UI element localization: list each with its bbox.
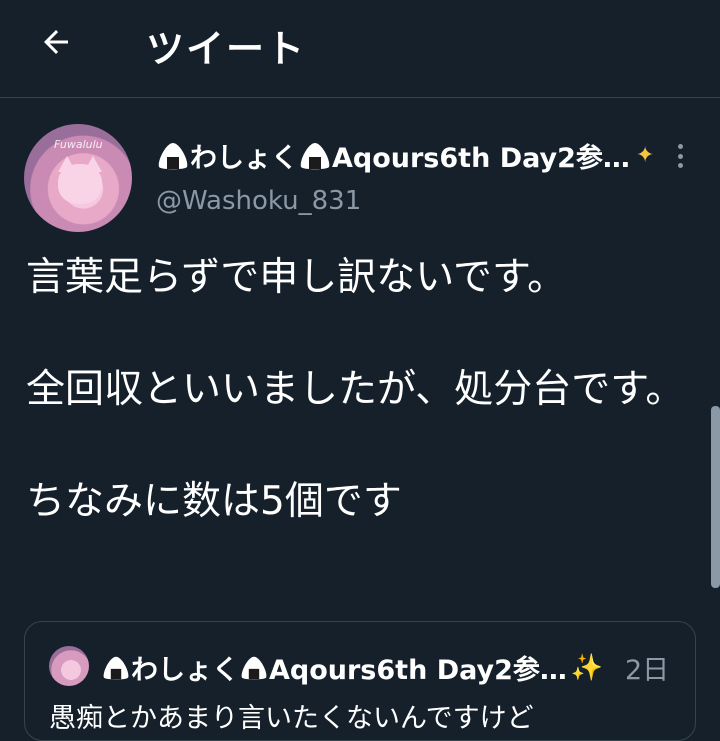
display-name[interactable]: わしょく Aqours6th Day2参… ✦ (156, 136, 654, 175)
more-vertical-icon (677, 144, 683, 149)
scrollbar[interactable] (711, 406, 720, 588)
display-name-suffix: Aqours6th Day2参… (332, 143, 630, 174)
user-handle[interactable]: @Washoku_831 (156, 186, 361, 216)
quoted-avatar (49, 646, 89, 686)
onigiri-icon (103, 656, 129, 679)
quoted-tweet[interactable]: わしょく Aqours6th Day2参… ✨ 2日 愚痴とかあまり言いたくない… (24, 621, 696, 741)
avatar-text: Fuwalulu (54, 138, 103, 151)
onigiri-icon (300, 142, 330, 169)
tweet-text: 言葉足らずで申し訳ないです。 全回収といいましたが、処分台です。 ちなみに数は5… (26, 255, 685, 524)
onigiri-icon (241, 656, 267, 679)
more-options-button[interactable] (668, 140, 692, 172)
onigiri-icon (158, 142, 188, 169)
page-title: ツイート (146, 27, 307, 71)
avatar[interactable]: Fuwalulu (24, 124, 132, 232)
sparkle-icon: ✦ (635, 143, 655, 168)
display-name-text: わしょく (190, 143, 298, 174)
quoted-display-name: わしょく Aqours6th Day2参… ✨ (101, 648, 603, 687)
back-arrow-icon (44, 30, 68, 54)
sparkle-icon: ✨ (570, 652, 604, 683)
quoted-display-name-suffix: Aqours6th Day2参… (269, 655, 567, 686)
quoted-timestamp: 2日 (625, 655, 670, 686)
quoted-display-name-text: わしょく (131, 655, 239, 686)
back-button[interactable] (30, 22, 82, 62)
top-bar: ツイート (0, 0, 720, 98)
quoted-tweet-text: 愚痴とかあまり言いたくないんですけど (49, 703, 534, 734)
